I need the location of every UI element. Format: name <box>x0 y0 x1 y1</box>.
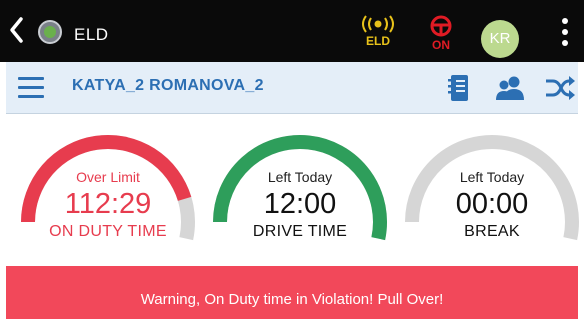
gauge-sub-label: Left Today <box>459 169 525 185</box>
eld-status-label: ELD <box>366 34 390 48</box>
driver-toolbar: KATYA_2 ROMANOVA_2 <box>6 62 578 114</box>
group-users-icon[interactable] <box>494 74 524 102</box>
hamburger-menu-icon[interactable] <box>18 77 44 99</box>
driver-name: KATYA_2 ROMANOVA_2 <box>72 77 264 94</box>
driving-status-label: ON <box>432 38 450 52</box>
back-chevron-icon[interactable] <box>6 14 28 46</box>
top-status-bar: ELD ELD ON KR <box>0 0 584 62</box>
eld-signal-icon <box>362 15 394 33</box>
gauge-label: DRIVE TIME <box>252 223 348 240</box>
gauge-label: ON DUTY TIME <box>49 223 167 240</box>
gauge-label: BREAK <box>464 223 520 240</box>
kebab-menu-icon[interactable] <box>560 18 570 54</box>
gauge-sub-label: Left Today <box>267 169 333 185</box>
gauge-sub-label: Over Limit <box>76 169 140 185</box>
gauge-value: 00:00 <box>455 188 529 220</box>
gauge-value: 112:29 <box>64 188 152 220</box>
eld-status[interactable]: ELD <box>356 15 400 57</box>
warning-text: Warning, On Duty time in Violation! Pull… <box>140 291 444 308</box>
gauge-drive-time[interactable]: Left Today 12:00 DRIVE TIME <box>206 128 394 268</box>
avatar[interactable]: KR <box>481 20 519 58</box>
gauge-break[interactable]: Left Today 00:00 BREAK <box>398 128 584 268</box>
app-title: ELD <box>74 25 109 44</box>
app-logo-icon <box>38 20 62 44</box>
gauge-value: 12:00 <box>263 188 337 220</box>
hours-gauges: Over Limit 112:29 ON DUTY TIME Left Toda… <box>6 114 579 268</box>
driving-status[interactable]: ON <box>424 15 458 57</box>
logbook-icon[interactable] <box>444 74 474 102</box>
shuffle-icon[interactable] <box>544 74 575 102</box>
violation-warning-banner: Warning, On Duty time in Violation! Pull… <box>6 266 578 319</box>
steering-wheel-icon <box>430 15 452 37</box>
gauge-on-duty[interactable]: Over Limit 112:29 ON DUTY TIME <box>14 128 202 268</box>
